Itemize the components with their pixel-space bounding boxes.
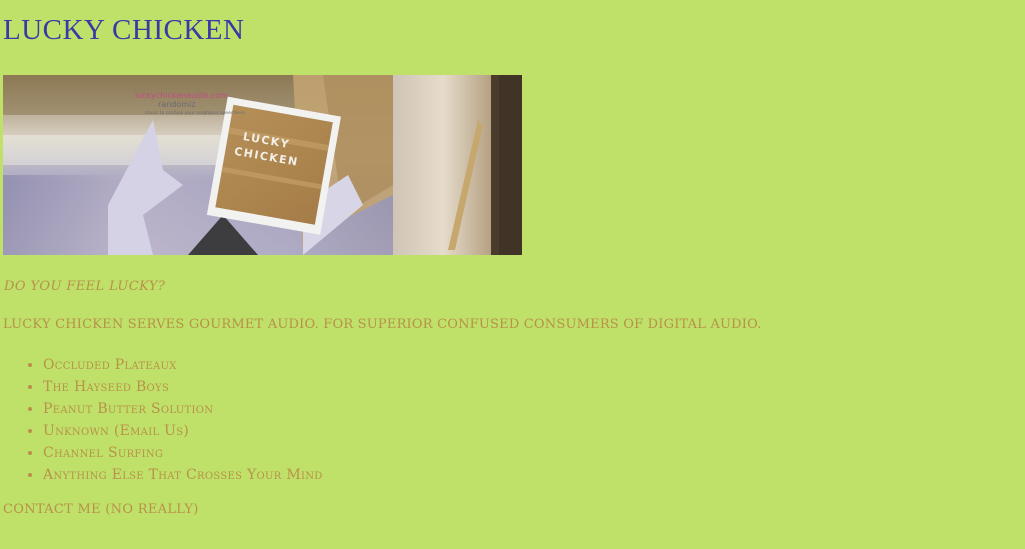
tagline: DO YOU FEEL LUCKY? (4, 279, 166, 294)
banner-image: LUCKY CHICKEN luckychickenaudio.com rand… (3, 75, 522, 255)
link-unknown-email-us[interactable]: Unknown (Email Us) (43, 420, 323, 442)
project-links: Occluded Plateaux The Hayseed Boys Peanu… (23, 354, 323, 486)
link-occluded-plateaux[interactable]: Occluded Plateaux (43, 354, 323, 376)
site-title: LUCKY CHICKEN (3, 14, 245, 46)
link-channel-surfing[interactable]: Channel Surfing (43, 442, 323, 464)
intro-text: LUCKY CHICKEN SERVES GOURMET AUDIO. FOR … (3, 317, 762, 332)
contact-link[interactable]: CONTACT ME (NO REALLY) (3, 502, 199, 517)
banner-watermark-url: luckychickenaudio.com (135, 91, 228, 100)
link-anything-else[interactable]: Anything Else That Crosses Your Mind (43, 464, 323, 486)
banner-watermark-small: music to confuse your neighbors speechle… (145, 110, 246, 116)
banner-watermark-sub: randomiz (158, 100, 195, 109)
link-peanut-butter-solution[interactable]: Peanut Butter Solution (43, 398, 323, 420)
link-hayseed-boys[interactable]: The Hayseed Boys (43, 376, 323, 398)
